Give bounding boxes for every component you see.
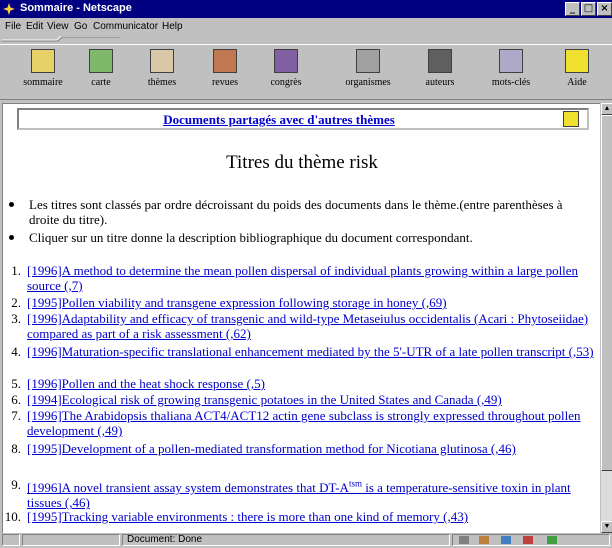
title-link[interactable]: [1996]Pollen and the heat shock response… [27,376,265,391]
toolbar-button-aide[interactable]: Aide [542,47,612,99]
title-link[interactable]: [1996]The Arabidopsis thaliana ACT4/ACT1… [27,408,581,438]
organisms-icon [356,49,380,73]
page-title: Titres du thème risk [226,152,378,173]
shared-documents-link[interactable]: Documents partagés avec d'autres thèmes [19,112,539,128]
scroll-down-icon[interactable]: ▼ [601,521,612,533]
maximize-button[interactable]: □ [581,2,596,16]
congress-icon [274,49,298,73]
bullet-icon [9,202,14,207]
help-icon [565,49,589,73]
item-number: 7. [11,408,21,423]
title-bar: Sommaire - Netscape _ □ × [0,0,612,18]
sommaire-icon [31,49,55,73]
toolbar-label: thèmes [147,77,177,88]
toolbar-grip[interactable] [2,36,120,42]
scroll-thumb[interactable] [601,115,612,471]
item-number: 9. [11,477,21,492]
navigation-toolbar: sommaire carte thèmes revues congrès org… [0,44,612,100]
map-icon [89,49,113,73]
vertical-scrollbar[interactable]: ▲ ▼ [600,103,612,533]
scroll-up-icon[interactable]: ▲ [601,103,612,115]
title-link[interactable]: [1995]Pollen viability and transgene exp… [27,295,447,310]
item-number: 1. [11,263,21,278]
toolbar-button-auteurs[interactable]: auteurs [405,47,475,99]
shared-documents-frame: Documents partagés avec d'autres thèmes [17,108,589,130]
netscape-icon [2,2,16,16]
info-bullet: Les titres sont classés par ordre décroi… [9,197,589,227]
list-item: 10. [1995]Tracking variable environments… [5,509,599,524]
menu-view[interactable]: View [47,21,69,32]
themes-icon [150,49,174,73]
component-icons[interactable] [457,535,597,545]
toolbar-label: carte [91,77,111,88]
list-item: 4. [1996]Maturation-specific translation… [11,344,599,359]
list-item: 9. [1996]A novel transient assay system … [11,477,599,510]
toolbar-label: organismes [345,77,391,88]
info-bullet: Cliquer sur un titre donne la descriptio… [9,230,589,245]
bullet-text: Cliquer sur un titre donne la descriptio… [29,230,473,245]
toolbar-label: mots-clés [491,77,531,88]
title-text: [1996]A novel transient assay system dem… [27,480,349,496]
list-item: 1. [1996]A method to determine the mean … [11,263,599,293]
help-icon[interactable] [563,111,579,127]
title-link[interactable]: [1996]A method to determine the mean pol… [27,263,578,293]
close-button[interactable]: × [597,2,612,16]
title-link[interactable]: [1995]Tracking variable environments : t… [27,509,468,524]
title-link[interactable]: [1994]Ecological risk of growing transge… [27,392,502,407]
toolbar-label: auteurs [425,77,455,88]
title-link[interactable]: [1996]Adaptability and efficacy of trans… [27,311,588,341]
toolbar-label: Aide [567,77,587,88]
list-item: 3. [1996]Adaptability and efficacy of tr… [11,311,599,341]
toolbar-button-themes[interactable]: thèmes [127,47,197,99]
window-title: Sommaire - Netscape [20,2,132,14]
item-number: 5. [11,376,21,391]
component-bar [452,534,610,546]
progress-bar [22,534,120,546]
toolbar-label: congrès [270,77,302,88]
toolbar-label: revues [211,77,239,88]
authors-icon [428,49,452,73]
title-link[interactable]: [1996]A novel transient assay system dem… [27,479,571,510]
menu-communicator[interactable]: Communicator [93,21,158,32]
status-bar: Document: Done [0,533,612,547]
toolbar-button-revues[interactable]: revues [190,47,260,99]
toolbar-button-congres[interactable]: congrès [251,47,321,99]
toolbar-button-mots-cles[interactable]: mots-clés [476,47,546,99]
toolbar-button-organismes[interactable]: organismes [333,47,403,99]
title-link[interactable]: [1995]Development of a pollen-mediated t… [27,441,516,456]
menu-edit[interactable]: Edit [26,21,43,32]
menu-go[interactable]: Go [74,21,87,32]
item-number: 4. [11,344,21,359]
security-icon[interactable] [2,534,20,546]
menu-bar: File Edit View Go Communicator Help [0,19,612,35]
browser-window: Sommaire - Netscape _ □ × File Edit View… [0,0,612,547]
journals-icon [213,49,237,73]
menu-help[interactable]: Help [162,21,183,32]
item-number: 8. [11,441,21,456]
item-number: 3. [11,311,21,326]
list-item: 6. [1994]Ecological risk of growing tran… [11,392,599,407]
keywords-icon [499,49,523,73]
page-content: Documents partagés avec d'autres thèmes … [2,103,600,533]
list-item: 5. [1996]Pollen and the heat shock respo… [11,376,599,391]
toolbar-button-carte[interactable]: carte [66,47,136,99]
list-item: 8. [1995]Development of a pollen-mediate… [11,441,599,456]
title-link[interactable]: [1996]Maturation-specific translational … [27,344,594,359]
minimize-button[interactable]: _ [565,2,580,16]
bullet-icon [9,235,14,240]
item-number: 10. [4,509,21,524]
menu-file[interactable]: File [5,21,21,32]
list-item: 7. [1996]The Arabidopsis thaliana ACT4/A… [11,408,599,438]
item-number: 6. [11,392,21,407]
item-number: 2. [11,295,21,310]
list-item: 2. [1995]Pollen viability and transgene … [11,295,599,310]
superscript: tsm [348,479,362,489]
status-text: Document: Done [122,534,450,546]
bullet-text: Les titres sont classés par ordre décroi… [29,197,563,227]
